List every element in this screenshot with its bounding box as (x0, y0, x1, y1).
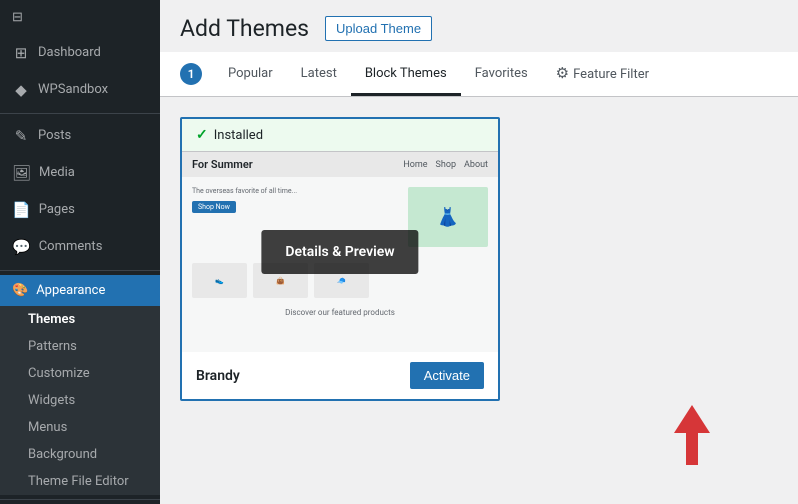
tab-favorites[interactable]: Favorites (461, 54, 542, 96)
divider (0, 499, 160, 500)
comments-icon: 💬 (12, 237, 31, 258)
tab-feature-filter[interactable]: ⚙Feature Filter (542, 52, 663, 97)
preview-description: The overseas favorite of all time... (192, 187, 400, 197)
sidebar: ⊟ ⊞ Dashboard ◆ WPSandbox ✎ Posts 🖼 Medi… (0, 0, 160, 504)
preview-cta-btn: Shop Now (192, 201, 236, 213)
sidebar-item-appearance[interactable]: 🎨 Appearance (0, 275, 160, 306)
tab-popular[interactable]: Popular (214, 54, 287, 96)
activate-button[interactable]: Activate (410, 362, 484, 389)
sidebar-item-patterns[interactable]: Patterns (0, 333, 160, 360)
preview-nav-shop: Shop (436, 160, 457, 170)
arrow-visual (674, 405, 710, 465)
posts-icon: ✎ (12, 126, 30, 147)
sidebar-item-theme-file-editor[interactable]: Theme File Editor (0, 468, 160, 495)
arrow-up-head (674, 405, 710, 433)
pages-icon: 📄 (12, 200, 31, 221)
theme-preview: For Summer Home Shop About The overseas … (182, 152, 498, 352)
divider (0, 270, 160, 271)
upload-theme-button[interactable]: Upload Theme (325, 16, 432, 41)
check-icon: ✓ (196, 127, 208, 143)
main-content: Add Themes Upload Theme 1 Popular Latest… (160, 0, 798, 504)
arrow-shaft (686, 433, 698, 465)
tab-bar: 1 Popular Latest Block Themes Favorites … (160, 52, 798, 97)
sidebar-item-background[interactable]: Background (0, 441, 160, 468)
sidebar-item-label: Pages (39, 201, 75, 219)
theme-card-footer: Brandy Activate (182, 352, 498, 399)
sidebar-item-label: Posts (38, 127, 71, 145)
preview-site-title: For Summer (192, 158, 253, 171)
preview-image: 👗 (408, 187, 488, 247)
details-preview-overlay[interactable]: Details & Preview (261, 230, 418, 274)
sidebar-item-media[interactable]: 🖼 Media (0, 155, 160, 192)
sidebar-item-posts[interactable]: ✎ Posts (0, 118, 160, 155)
sidebar-item-comments[interactable]: 💬 Comments (0, 229, 160, 266)
sidebar-item-themes[interactable]: Themes (0, 306, 160, 333)
preview-feature-1: 👟 (192, 263, 247, 298)
divider (0, 113, 160, 114)
sidebar-item-menus[interactable]: Menus (0, 414, 160, 441)
sidebar-item-label: Comments (39, 238, 103, 256)
arrow-container (180, 405, 778, 465)
preview-header: For Summer Home Shop About (182, 152, 498, 177)
installed-label: Installed (214, 128, 263, 143)
wpsandbox-icon: ◆ (12, 80, 30, 101)
feature-icon: 👜 (276, 277, 285, 285)
feature-icon: 🧢 (337, 277, 346, 285)
wp-icon: ⊟ (12, 10, 23, 25)
sidebar-item-label: Media (39, 164, 75, 182)
dashboard-icon: ⊞ (12, 43, 30, 64)
theme-card-brandy: ✓ Installed For Summer Home Shop About T… (180, 117, 500, 401)
theme-name: Brandy (196, 368, 240, 384)
preview-nav-about: About (464, 160, 488, 170)
gear-icon: ⚙ (556, 64, 569, 82)
preview-discover: Discover our featured products (182, 304, 498, 321)
page-header: Add Themes Upload Theme (160, 0, 798, 52)
appearance-section: 🎨 Appearance Themes Patterns Customize W… (0, 275, 160, 495)
tab-badge: 1 (180, 63, 202, 85)
feature-icon: 👟 (215, 277, 224, 285)
theme-grid: ✓ Installed For Summer Home Shop About T… (160, 97, 798, 485)
wp-logo: ⊟ (0, 0, 160, 35)
sidebar-item-customize[interactable]: Customize (0, 360, 160, 387)
sidebar-item-label: WPSandbox (38, 81, 108, 99)
preview-nav: Home Shop About (403, 160, 488, 170)
sidebar-item-label: Dashboard (38, 44, 101, 62)
sidebar-item-label: Appearance (36, 283, 105, 298)
sidebar-item-dashboard[interactable]: ⊞ Dashboard (0, 35, 160, 72)
sidebar-item-widgets[interactable]: Widgets (0, 387, 160, 414)
appearance-icon: 🎨 (12, 283, 28, 298)
installed-bar: ✓ Installed (182, 119, 498, 152)
media-icon: 🖼 (12, 163, 31, 184)
tab-latest[interactable]: Latest (287, 54, 351, 96)
tab-block-themes[interactable]: Block Themes (351, 54, 461, 96)
sidebar-item-wpsandbox[interactable]: ◆ WPSandbox (0, 72, 160, 109)
page-title: Add Themes (180, 15, 309, 42)
sidebar-item-pages[interactable]: 📄 Pages (0, 192, 160, 229)
preview-nav-home: Home (403, 160, 427, 170)
